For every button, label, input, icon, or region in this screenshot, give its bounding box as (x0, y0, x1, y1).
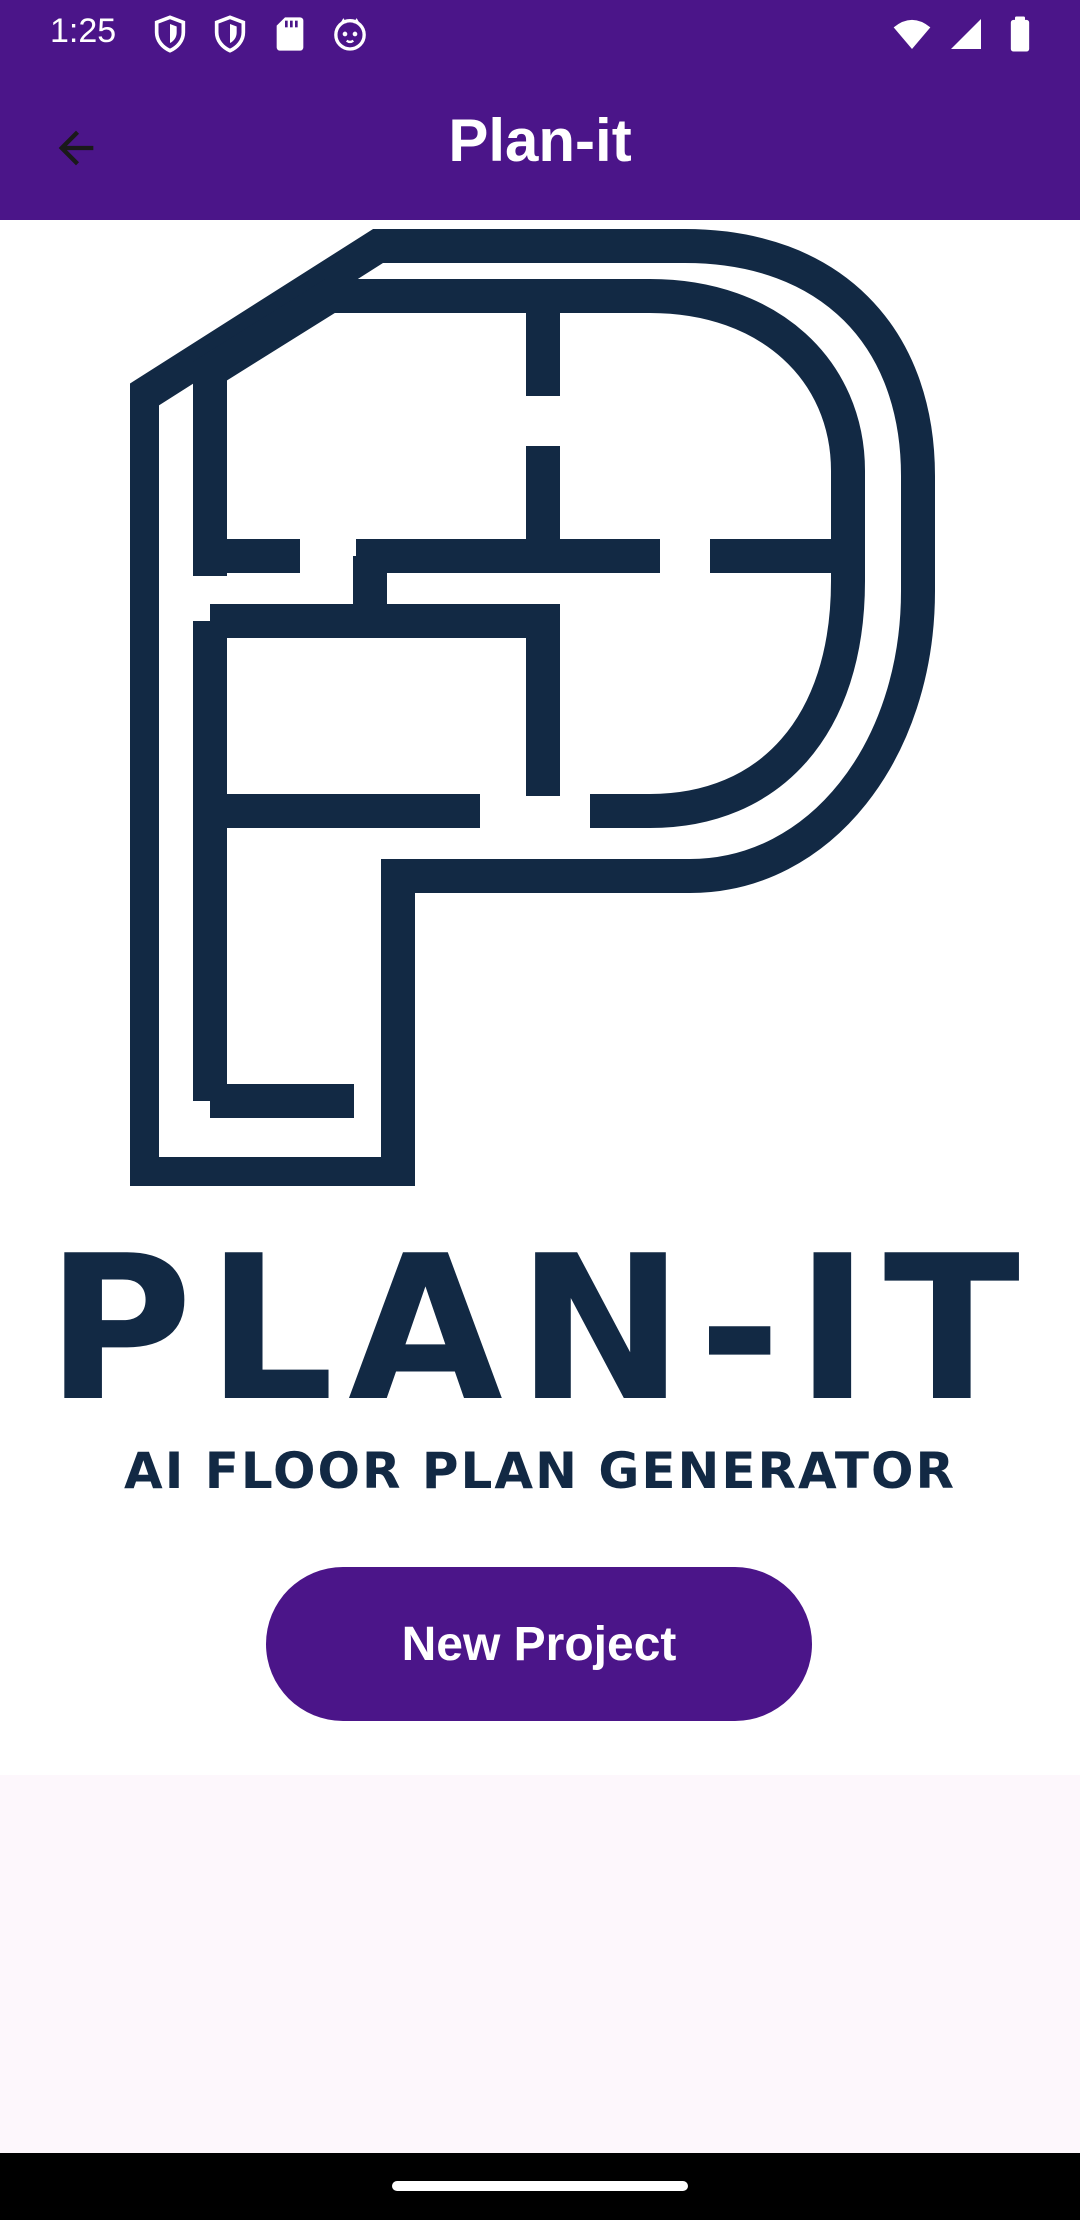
shield-icon (154, 15, 186, 53)
system-nav-bar (0, 2153, 1080, 2220)
system-icons (892, 14, 1040, 54)
signal-icon (951, 19, 981, 49)
cat-face-icon (334, 18, 366, 51)
shield-icon (214, 15, 246, 53)
floor-plan-logo-icon (130, 229, 935, 1186)
logo-tagline: AI FLOOR PLAN GENERATOR (124, 1442, 956, 1500)
logo-wordmark: PLAN-IT (45, 1213, 1035, 1446)
main-content: PLAN-IT AI FLOOR PLAN GENERATOR (0, 220, 1080, 1775)
battery-icon (1010, 16, 1030, 52)
status-time: 1:25 (50, 12, 117, 50)
wifi-icon (893, 19, 931, 49)
home-indicator[interactable] (392, 2181, 688, 2191)
page-title: Plan-it (448, 107, 632, 174)
notification-icons (150, 14, 370, 54)
sd-card-icon (276, 17, 304, 51)
new-project-button[interactable]: New Project (266, 1567, 812, 1721)
app-bar: Plan-it (0, 70, 1080, 220)
status-bar: 1:25 (0, 0, 1080, 70)
